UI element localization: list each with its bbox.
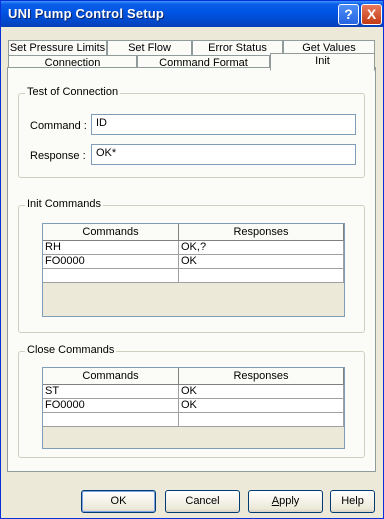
setup-dialog: UNI Pump Control Setup ? X Set Pressure …: [0, 0, 384, 519]
close-cell-command[interactable]: FO0000: [43, 399, 179, 413]
init-cell-response[interactable]: OK: [179, 255, 344, 269]
close-col-commands[interactable]: Commands: [43, 368, 179, 385]
init-tab-panel: Test of Connection Command : ID Response…: [7, 67, 376, 472]
title-bar[interactable]: UNI Pump Control Setup ? X: [1, 1, 383, 27]
init-commands-grid[interactable]: Commands Responses RH OK,? FO0000 OK: [42, 223, 345, 317]
test-connection-title: Test of Connection: [25, 86, 121, 98]
help-button[interactable]: Help: [330, 490, 375, 513]
apply-label-rest: pply: [279, 495, 300, 507]
tab-set-pressure-limits[interactable]: Set Pressure Limits: [8, 40, 107, 56]
close-cell-response[interactable]: OK: [179, 399, 344, 413]
cancel-button[interactable]: Cancel: [165, 490, 240, 513]
close-title-button[interactable]: X: [361, 4, 382, 25]
ok-button[interactable]: OK: [81, 490, 156, 513]
command-label: Command :: [30, 120, 87, 132]
close-commands-group: Close Commands Commands Responses ST OK …: [18, 344, 365, 458]
help-title-button[interactable]: ?: [338, 4, 359, 25]
init-commands-group: Init Commands Commands Responses RH OK,?…: [18, 198, 365, 333]
init-commands-title: Init Commands: [25, 198, 103, 210]
init-cell-command[interactable]: RH: [43, 241, 179, 255]
close-cell-response[interactable]: OK: [179, 385, 344, 399]
close-cell-response[interactable]: [179, 413, 344, 427]
close-commands-grid[interactable]: Commands Responses ST OK FO0000 OK: [42, 367, 345, 449]
init-col-responses[interactable]: Responses: [179, 224, 344, 241]
window-title: UNI Pump Control Setup: [8, 6, 165, 21]
response-field[interactable]: OK*: [91, 144, 356, 165]
response-label: Response :: [30, 150, 86, 162]
command-input[interactable]: ID: [91, 114, 356, 135]
close-col-responses[interactable]: Responses: [179, 368, 344, 385]
init-col-commands[interactable]: Commands: [43, 224, 179, 241]
close-commands-title: Close Commands: [25, 344, 117, 356]
close-cell-command[interactable]: ST: [43, 385, 179, 399]
apply-access-key: A: [271, 495, 280, 507]
init-cell-command[interactable]: [43, 269, 179, 283]
init-cell-command[interactable]: FO0000: [43, 255, 179, 269]
tab-init[interactable]: Init: [270, 53, 375, 71]
test-connection-group: Test of Connection Command : ID Response…: [18, 86, 365, 178]
apply-button[interactable]: Apply: [248, 490, 323, 513]
close-cell-command[interactable]: [43, 413, 179, 427]
init-cell-response[interactable]: [179, 269, 344, 283]
init-cell-response[interactable]: OK,?: [179, 241, 344, 255]
tab-set-flow[interactable]: Set Flow: [107, 40, 192, 56]
